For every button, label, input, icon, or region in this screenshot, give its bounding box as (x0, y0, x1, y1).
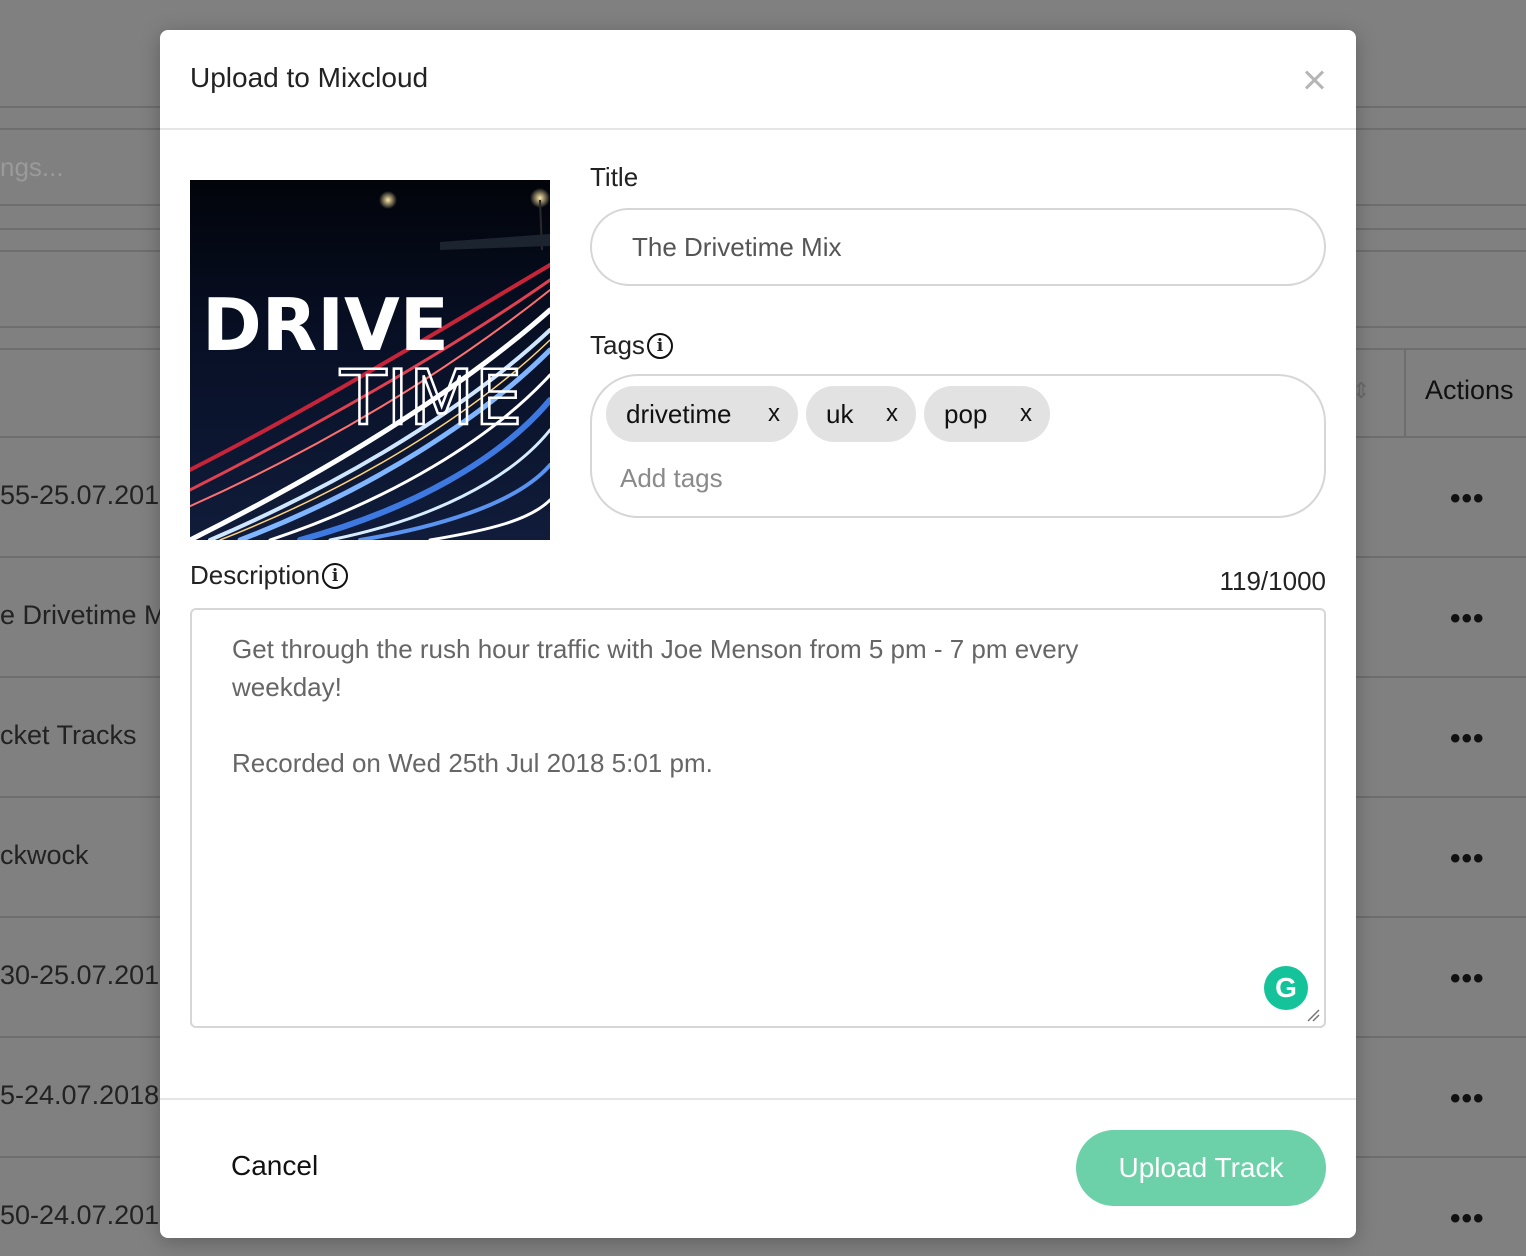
table-row[interactable]: 5-24.07.2018 (0, 1080, 159, 1111)
tag-chip: pop x (924, 386, 1050, 442)
footer-divider (160, 1098, 1356, 1100)
grammarly-icon[interactable]: G (1264, 966, 1308, 1010)
title-label-text: Title (590, 162, 639, 192)
character-count: 119/1000 (1219, 566, 1326, 596)
description-textarea[interactable]: Get through the rush hour traffic with J… (190, 608, 1326, 1028)
row-menu-icon[interactable]: ••• (1450, 1084, 1485, 1114)
table-row[interactable]: 50-24.07.2018 (0, 1200, 174, 1231)
tag-label: pop (944, 398, 988, 429)
description-line: Recorded on Wed 25th Jul 2018 5:01 pm. (232, 748, 713, 778)
table-row[interactable]: 55-25.07.2018 (0, 480, 174, 511)
background-search-input[interactable]: ngs... (0, 152, 64, 183)
tags-input[interactable] (620, 458, 1120, 498)
track-artwork: DRIVE TIME (190, 180, 550, 540)
description-label: Description i (190, 560, 349, 591)
row-menu-icon[interactable]: ••• (1450, 484, 1485, 514)
table-row[interactable]: 30-25.07.201 (0, 960, 159, 991)
title-input[interactable] (590, 208, 1326, 286)
table-row[interactable]: e Drivetime M (0, 600, 167, 631)
tag-chip: drivetime x (606, 386, 798, 442)
upload-modal: Upload to Mixcloud DRIVE TIME Title The … (160, 30, 1356, 1238)
row-menu-icon[interactable]: ••• (1450, 964, 1485, 994)
modal-header: Upload to Mixcloud (160, 30, 1356, 130)
description-line: Get through the rush hour traffic with J… (232, 634, 1079, 664)
description-label-text: Description (190, 560, 321, 590)
description-line: weekday! (232, 672, 342, 702)
tag-label: drivetime (626, 398, 732, 429)
tag-remove-icon[interactable]: x (1020, 400, 1032, 428)
tags-label: Tags i (590, 330, 673, 361)
tag-chip: uk x (806, 386, 916, 442)
title-label: Title (590, 162, 638, 193)
table-row[interactable]: ckwock (0, 840, 89, 871)
row-menu-icon[interactable]: ••• (1450, 1204, 1485, 1234)
tag-remove-icon[interactable]: x (768, 400, 780, 428)
resize-handle-icon[interactable] (1304, 1006, 1320, 1022)
tag-remove-icon[interactable]: x (886, 400, 898, 428)
artwork-title-line2: TIME (339, 353, 522, 442)
tags-label-text: Tags (590, 330, 645, 360)
tags-field[interactable]: drivetime x uk x pop x (590, 374, 1326, 518)
close-icon[interactable] (1300, 66, 1328, 94)
actions-header-label: Actions (1425, 375, 1514, 405)
table-row[interactable]: cket Tracks (0, 720, 137, 751)
row-menu-icon[interactable]: ••• (1450, 604, 1485, 634)
row-menu-icon[interactable]: ••• (1450, 844, 1485, 874)
info-icon[interactable]: i (322, 562, 349, 589)
description-line (232, 706, 1284, 744)
row-menu-icon[interactable]: ••• (1450, 724, 1485, 754)
tag-label: uk (826, 398, 854, 429)
info-icon[interactable]: i (646, 332, 673, 359)
cancel-button[interactable]: Cancel (231, 1150, 318, 1182)
upload-track-button[interactable]: Upload Track (1076, 1130, 1326, 1206)
modal-title: Upload to Mixcloud (190, 62, 429, 93)
